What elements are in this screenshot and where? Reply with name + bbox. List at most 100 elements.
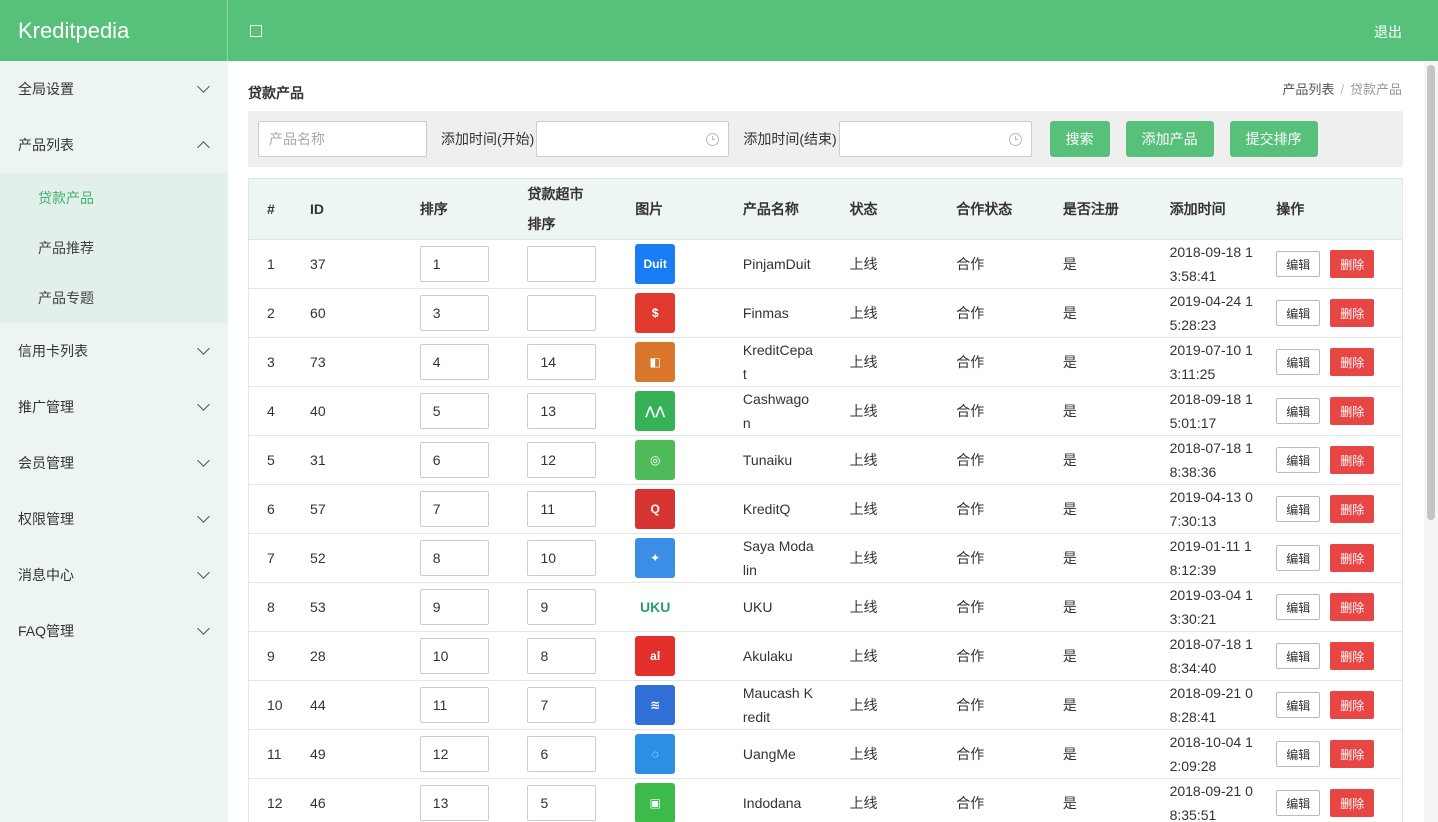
- cell-product-name: UKU: [742, 582, 850, 632]
- cell-sort: [419, 435, 528, 485]
- edit-button[interactable]: 编辑: [1276, 496, 1321, 522]
- cell-market-sort: [527, 484, 636, 534]
- market-sort-input[interactable]: [527, 393, 597, 429]
- delete-button[interactable]: 删除: [1330, 593, 1375, 621]
- sort-input[interactable]: [419, 344, 489, 380]
- main-content: 贷款产品 产品列表 / 贷款产品 添加时间(开始) 添加时间(结束) 搜索 添加产品…: [228, 61, 1424, 822]
- sidebar-item-global-settings[interactable]: 全局设置: [0, 61, 228, 117]
- delete-button[interactable]: 删除: [1330, 397, 1375, 425]
- delete-button[interactable]: 删除: [1330, 740, 1375, 768]
- edit-button[interactable]: 编辑: [1276, 790, 1321, 816]
- brand-logo[interactable]: Kreditpedia: [0, 0, 228, 61]
- edit-button[interactable]: 编辑: [1276, 692, 1321, 718]
- sidebar-item-members[interactable]: 会员管理: [0, 435, 228, 491]
- cell-add-time: 2019-04-13 07:30:13: [1169, 484, 1277, 534]
- breadcrumb: 产品列表 / 贷款产品: [1282, 79, 1402, 98]
- delete-button[interactable]: 删除: [1330, 789, 1375, 817]
- market-sort-input[interactable]: [527, 638, 597, 674]
- table-body: 137DuitPinjamDuit上线合作是2018-09-18 13:58:4…: [248, 239, 1404, 822]
- sort-input[interactable]: [419, 736, 489, 772]
- chevron-down-icon: [197, 454, 210, 467]
- scrollbar[interactable]: [1424, 61, 1438, 822]
- submit-sort-button[interactable]: 提交排序: [1229, 121, 1318, 157]
- edit-button[interactable]: 编辑: [1276, 398, 1321, 424]
- market-sort-input[interactable]: [527, 344, 597, 380]
- edit-button[interactable]: 编辑: [1276, 447, 1321, 473]
- sort-input[interactable]: [419, 246, 489, 282]
- sidebar-item-messages[interactable]: 消息中心: [0, 547, 228, 603]
- sidebar-item-promotion[interactable]: 推广管理: [0, 379, 228, 435]
- edit-button[interactable]: 编辑: [1276, 545, 1321, 571]
- edit-button[interactable]: 编辑: [1276, 251, 1321, 277]
- sidebar-subitem-product-topics[interactable]: 产品专题: [0, 273, 228, 323]
- sort-input[interactable]: [419, 540, 489, 576]
- chevron-down-icon: [197, 510, 210, 523]
- cell-image: ▣: [635, 778, 743, 822]
- cell-registered: 是: [1062, 239, 1170, 289]
- cell-coop-status: 合作: [956, 239, 1063, 289]
- market-sort-input[interactable]: [527, 491, 597, 527]
- sidebar-toggle-icon[interactable]: [250, 24, 262, 37]
- delete-button[interactable]: 删除: [1330, 299, 1375, 327]
- cell-status: 上线: [849, 680, 957, 730]
- market-sort-input[interactable]: [527, 246, 597, 282]
- sort-input[interactable]: [419, 393, 489, 429]
- market-sort-input[interactable]: [527, 442, 597, 478]
- logout-link[interactable]: 退出: [1374, 22, 1402, 42]
- cell-actions: 编辑 删除: [1276, 631, 1404, 681]
- cell-sort: [419, 288, 528, 338]
- sidebar-item-product-list[interactable]: 产品列表: [0, 117, 228, 173]
- sort-input[interactable]: [419, 491, 489, 527]
- delete-button[interactable]: 删除: [1330, 544, 1375, 572]
- end-time-input[interactable]: [838, 121, 1032, 157]
- market-sort-input[interactable]: [527, 785, 597, 821]
- sidebar-subitem-loan-products[interactable]: 贷款产品: [0, 173, 228, 223]
- sort-input[interactable]: [419, 785, 489, 821]
- edit-button[interactable]: 编辑: [1276, 349, 1321, 375]
- product-name-input[interactable]: [258, 121, 427, 157]
- market-sort-input[interactable]: [527, 295, 597, 331]
- edit-button[interactable]: 编辑: [1276, 643, 1321, 669]
- add-time: 2018-10-04 12:09:28: [1169, 734, 1253, 774]
- sidebar-item-faq[interactable]: FAQ管理: [0, 603, 228, 659]
- sort-input[interactable]: [419, 638, 489, 674]
- market-sort-input[interactable]: [527, 736, 597, 772]
- cell-add-time: 2018-09-18 13:58:41: [1169, 239, 1277, 289]
- edit-button[interactable]: 编辑: [1276, 741, 1321, 767]
- cell-id: 31: [310, 435, 420, 485]
- cell-add-time: 2019-03-04 13:30:21: [1169, 582, 1277, 632]
- sidebar-item-credit-cards[interactable]: 信用卡列表: [0, 323, 228, 379]
- scrollbar-thumb[interactable]: [1427, 65, 1435, 520]
- cell-sort: [419, 533, 528, 583]
- cell-market-sort: [527, 631, 636, 681]
- table-row: 1149 ◌ UangMe 上线合作是2018-10-04 12:09:28 编辑删除: [248, 729, 1404, 779]
- sort-input[interactable]: [419, 295, 489, 331]
- delete-button[interactable]: 删除: [1330, 348, 1375, 376]
- edit-button[interactable]: 编辑: [1276, 594, 1321, 620]
- delete-button[interactable]: 删除: [1330, 495, 1375, 523]
- sort-input[interactable]: [419, 589, 489, 625]
- search-button[interactable]: 搜索: [1049, 121, 1110, 157]
- sort-input[interactable]: [419, 687, 489, 723]
- table-row: 657 Q KreditQ 上线合作是2019-04-13 07:30:13 编辑删除: [248, 484, 1404, 534]
- market-sort-input[interactable]: [527, 540, 597, 576]
- delete-button[interactable]: 删除: [1330, 642, 1375, 670]
- product-name: KreditQ: [742, 501, 791, 517]
- market-sort-input[interactable]: [527, 687, 597, 723]
- sidebar-item-permissions[interactable]: 权限管理: [0, 491, 228, 547]
- delete-button[interactable]: 删除: [1330, 446, 1375, 474]
- sort-input[interactable]: [419, 442, 489, 478]
- sidebar-subitem-product-recommend[interactable]: 产品推荐: [0, 223, 228, 273]
- cell-add-time: 2019-04-24 15:28:23: [1169, 288, 1277, 338]
- edit-button[interactable]: 编辑: [1276, 300, 1321, 326]
- breadcrumb-parent[interactable]: 产品列表: [1282, 82, 1334, 97]
- start-time-input[interactable]: [536, 121, 730, 157]
- delete-button[interactable]: 删除: [1330, 250, 1375, 278]
- delete-button[interactable]: 删除: [1330, 691, 1375, 719]
- clock-icon: [1008, 133, 1022, 146]
- market-sort-input[interactable]: [527, 589, 597, 625]
- cell-id: 49: [310, 729, 420, 779]
- add-product-button[interactable]: 添加产品: [1125, 121, 1214, 157]
- cell-id: 60: [310, 288, 420, 338]
- product-logo: UKU: [635, 587, 676, 627]
